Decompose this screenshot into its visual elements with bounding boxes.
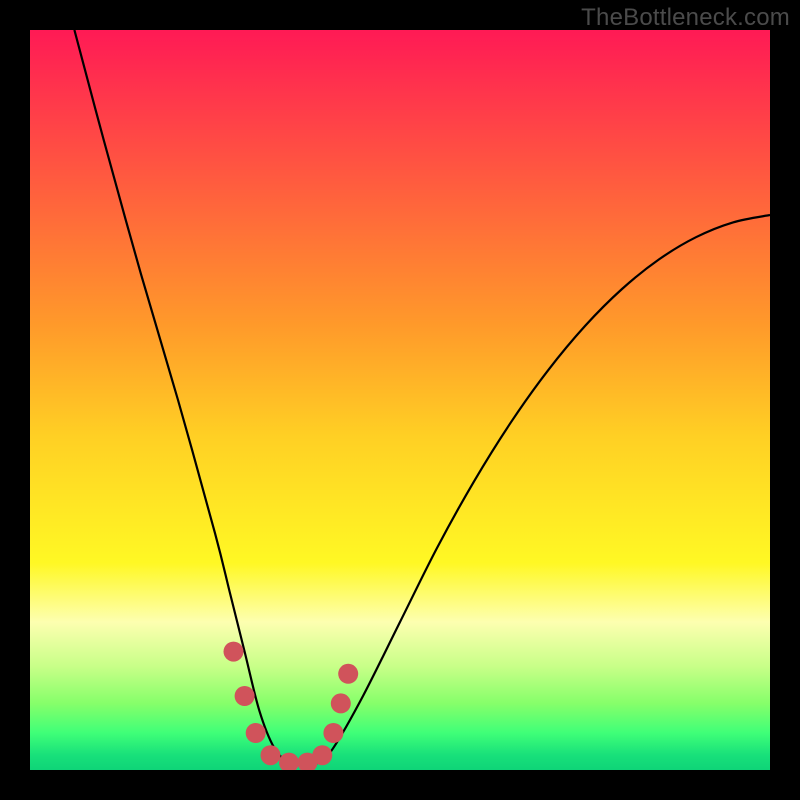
curve-marker [279,753,299,770]
plot-area [30,30,770,770]
curve-layer [30,30,770,770]
bottleneck-curve [74,30,770,764]
curve-marker [235,686,255,706]
curve-marker [338,664,358,684]
watermark-text: TheBottleneck.com [581,4,790,32]
curve-marker [323,723,343,743]
curve-marker [224,642,244,662]
curve-marker [261,745,281,765]
curve-marker [312,745,332,765]
chart-frame: TheBottleneck.com [0,0,800,800]
curve-marker [331,693,351,713]
curve-marker [246,723,266,743]
marker-group [224,642,359,770]
